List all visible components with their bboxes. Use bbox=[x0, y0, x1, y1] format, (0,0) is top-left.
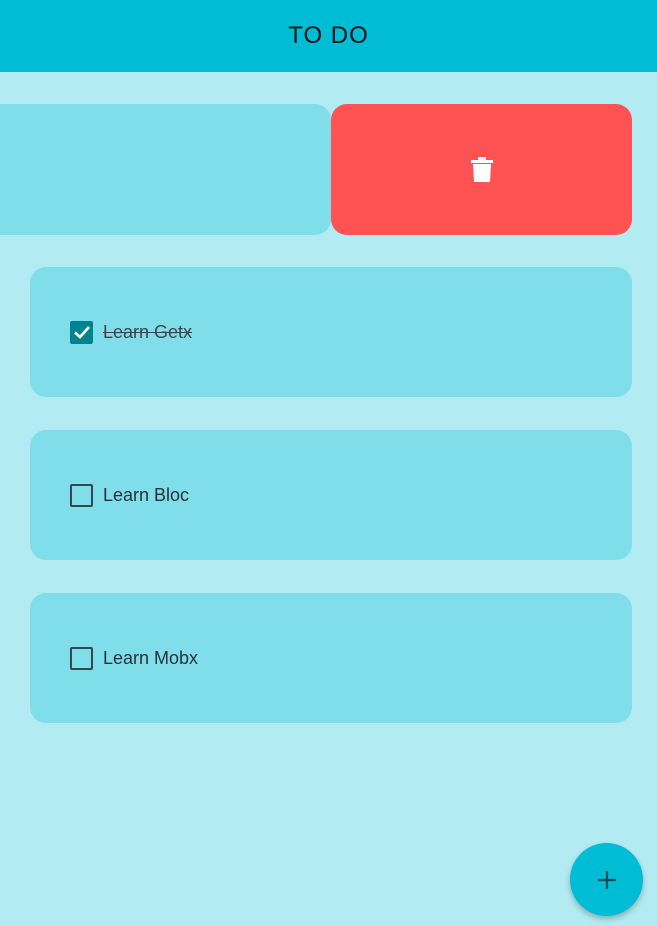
task-checkbox[interactable] bbox=[70, 646, 93, 670]
plus-icon bbox=[597, 870, 616, 889]
task-card[interactable]: Learn Mobx bbox=[30, 593, 632, 723]
trash-icon bbox=[470, 156, 493, 182]
task-label: Learn Mobx bbox=[103, 647, 199, 668]
check-icon bbox=[73, 326, 90, 339]
delete-button[interactable] bbox=[331, 104, 632, 235]
task-label: Learn Getx bbox=[103, 321, 193, 342]
task-checkbox[interactable] bbox=[70, 483, 93, 507]
task-card[interactable]: Learn Getx bbox=[30, 267, 632, 397]
task-card[interactable]: Learn Bloc bbox=[30, 430, 632, 560]
app-bar: TO DO bbox=[0, 0, 657, 72]
add-task-button[interactable] bbox=[570, 843, 643, 916]
page-title: TO DO bbox=[288, 22, 369, 49]
task-checkbox-checked[interactable] bbox=[70, 320, 93, 344]
swiped-task-row[interactable] bbox=[0, 104, 657, 235]
swiped-task-card[interactable] bbox=[0, 104, 331, 235]
task-label: Learn Bloc bbox=[103, 484, 190, 505]
